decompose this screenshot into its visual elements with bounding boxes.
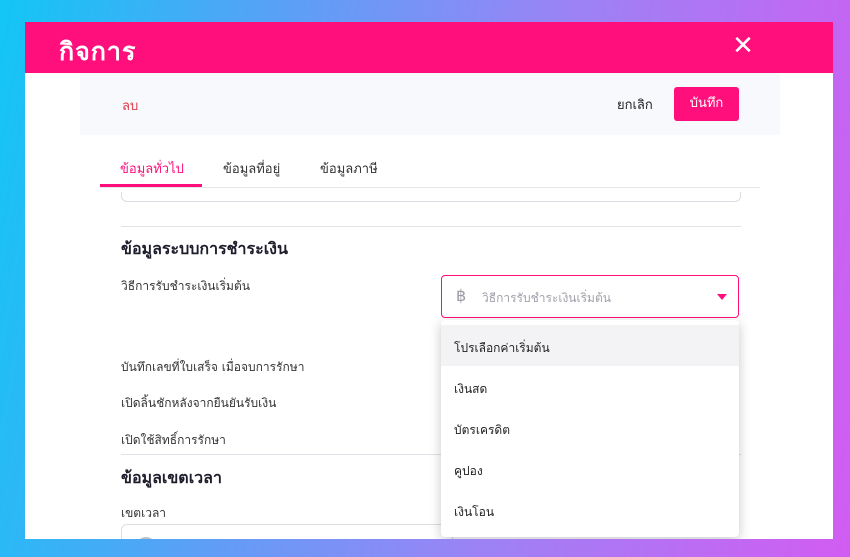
globe-icon (136, 537, 156, 539)
save-button[interactable]: บันทึก (674, 87, 739, 121)
action-bar: ลบ ยกเลิก บันทึก (80, 73, 780, 135)
default-method-label: วิธีการรับชำระเงินเริ่มต้น (121, 279, 250, 293)
timezone-label: เขตเวลา (121, 506, 167, 520)
business-modal: กิจการ ✕ ลบ ยกเลิก บันทึก ข้อมูลทั่วไป ข… (25, 22, 833, 539)
chevron-down-icon (717, 294, 727, 300)
select-placeholder: วิธีการรับชำระเงินเริ่มต้น (482, 291, 611, 305)
delete-button[interactable]: ลบ (122, 95, 138, 116)
option-coupon[interactable]: คูปอง (441, 448, 739, 489)
payment-method-dropdown: โปรเลือกค่าเริ่มต้น เงินสด บัตรเครดิต คู… (441, 320, 739, 537)
close-icon[interactable]: ✕ (731, 33, 755, 59)
option-cash[interactable]: เงินสด (441, 366, 739, 407)
section-divider (121, 226, 741, 227)
default-method-select[interactable]: ฿ วิธีการรับชำระเงินเริ่มต้น (441, 275, 739, 318)
receipt-number-label: บันทึกเลขที่ใบเสร็จ เมื่อจบการรักษา (121, 360, 305, 374)
timezone-select[interactable] (121, 524, 453, 539)
payment-section-title: ข้อมูลระบบการชำระเงิน (121, 239, 288, 258)
option-default[interactable]: โปรเลือกค่าเริ่มต้น (441, 325, 739, 366)
modal-title: กิจการ (59, 37, 137, 66)
open-drawer-label: เปิดลิ้นชักหลังจากยืนยันรับเงิน (121, 396, 277, 410)
option-credit-card[interactable]: บัตรเครดิต (441, 407, 739, 448)
tab-address[interactable]: ข้อมูลที่อยู่ (223, 158, 280, 179)
timezone-section-title: ข้อมูลเขตเวลา (121, 468, 222, 487)
modal-header: กิจการ ✕ (25, 22, 833, 73)
tab-tax[interactable]: ข้อมูลภาษี (320, 158, 378, 179)
active-tab-indicator (100, 184, 202, 187)
tab-general[interactable]: ข้อมูลทั่วไป (120, 158, 184, 179)
cancel-button[interactable]: ยกเลิก (617, 94, 653, 115)
tab-bar: ข้อมูลทั่วไป ข้อมูลที่อยู่ ข้อมูลภาษี (100, 147, 760, 188)
option-transfer[interactable]: เงินโอน (441, 489, 739, 530)
baht-icon: ฿ (456, 286, 467, 305)
treatment-rights-label: เปิดใช้สิทธิ์การรักษา (121, 433, 226, 447)
previous-field-edge (121, 192, 741, 202)
